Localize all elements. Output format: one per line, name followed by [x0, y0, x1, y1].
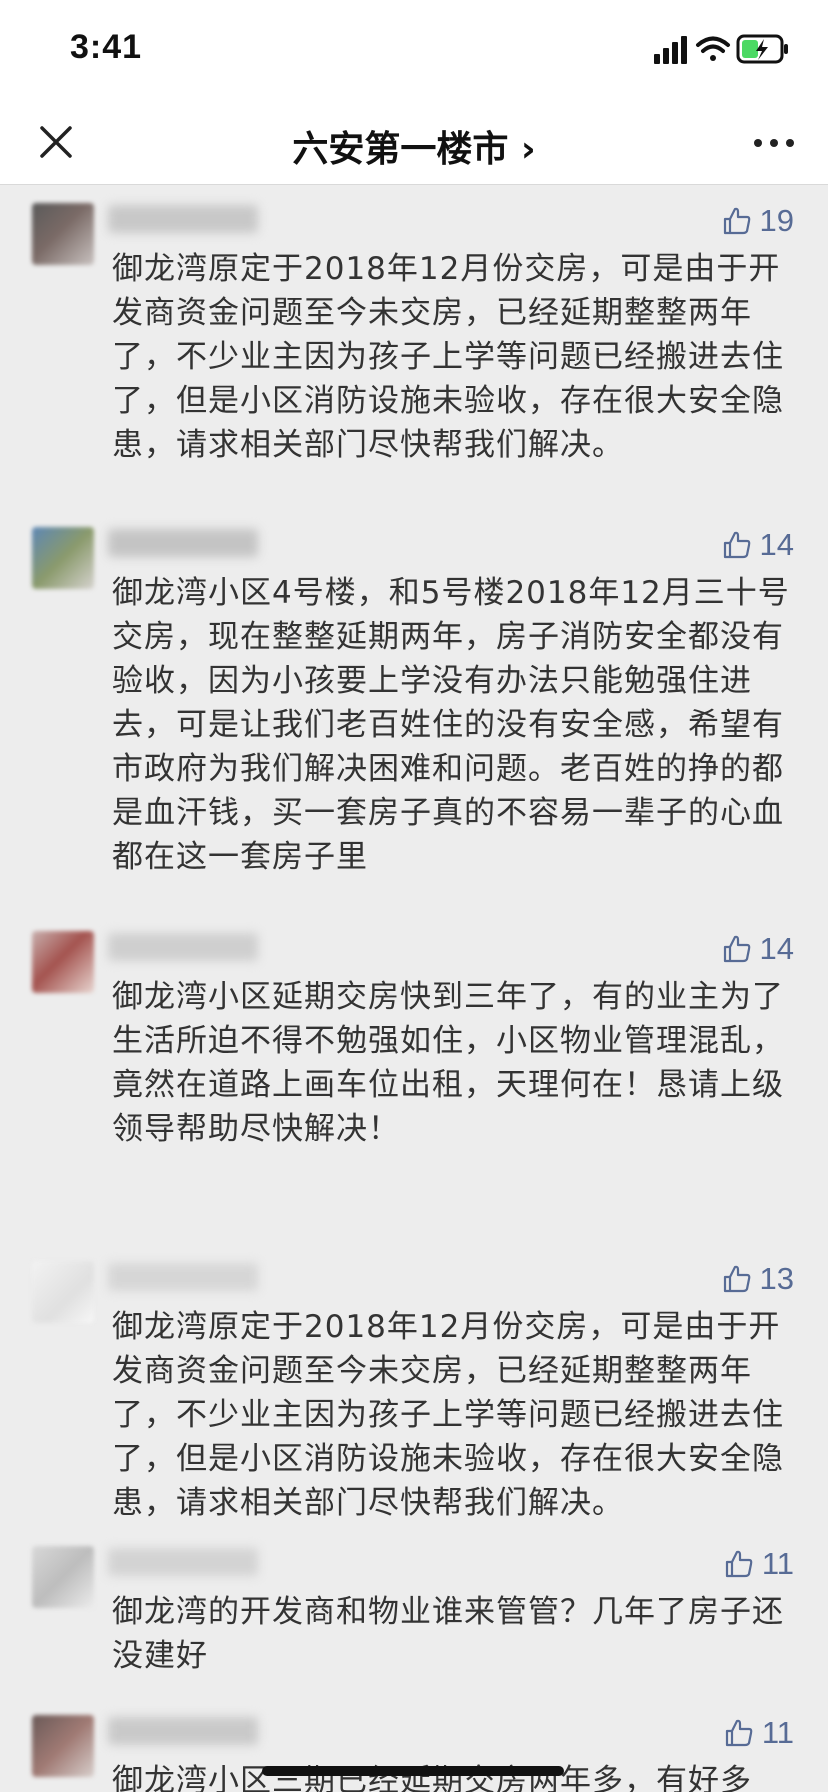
comment-text: 御龙湾小区4号楼，和5号楼2018年12月三十号交房，现在整整延期两年，房子消防… — [112, 575, 790, 875]
thumbs-up-icon — [723, 531, 750, 559]
battery-icon — [736, 34, 788, 64]
home-indicator[interactable] — [262, 1766, 564, 1776]
page-title[interactable]: 六安第一楼市 › — [0, 120, 828, 172]
signal-icon — [654, 36, 687, 64]
comment-item: 14 御龙湾小区延期交房快到三年了，有的业主为了生活所迫不得不勉强如住，小区物业… — [0, 913, 828, 1173]
comment-text: 御龙湾原定于2018年12月份交房，可是由于开发商资金问题至今未交房，已经延期整… — [112, 251, 784, 463]
more-icon[interactable] — [744, 114, 804, 170]
like-count: 19 — [759, 203, 794, 238]
comment-item: 13 御龙湾原定于2018年12月份交房，可是由于开发商资金问题至今未交房，已经… — [0, 1243, 828, 1543]
nickname[interactable] — [108, 529, 258, 557]
like-button[interactable]: 19 — [722, 203, 794, 239]
nickname[interactable] — [108, 205, 258, 233]
thumbs-up-icon — [723, 1265, 750, 1293]
comment-text: 御龙湾原定于2018年12月份交房，可是由于开发商资金问题至今未交房，已经延期整… — [112, 1309, 784, 1521]
like-count: 11 — [761, 1715, 794, 1750]
thumbs-up-icon — [725, 1550, 753, 1578]
thumbs-up-icon — [723, 935, 750, 963]
avatar[interactable] — [32, 203, 94, 265]
thumbs-up-icon — [723, 207, 750, 235]
comment-text: 御龙湾的开发商和物业谁来管管？几年了房子还没建好 — [112, 1594, 784, 1674]
avatar[interactable] — [32, 1261, 94, 1323]
comment-item: 14 御龙湾小区4号楼，和5号楼2018年12月三十号交房，现在整整延期两年，房… — [0, 509, 828, 909]
avatar[interactable] — [32, 931, 94, 993]
like-button[interactable]: 11 — [724, 1715, 794, 1751]
thumbs-up-icon — [725, 1719, 753, 1747]
like-button[interactable]: 14 — [722, 527, 794, 563]
comment-item: 19 御龙湾原定于2018年12月份交房，可是由于开发商资金问题至今未交房，已经… — [0, 185, 828, 505]
nickname[interactable] — [108, 1717, 258, 1745]
nickname[interactable] — [108, 1548, 258, 1576]
status-bar: 3:41 — [0, 0, 828, 100]
comment-list: 19 御龙湾原定于2018年12月份交房，可是由于开发商资金问题至今未交房，已经… — [0, 185, 828, 1792]
like-button[interactable]: 11 — [724, 1546, 794, 1582]
status-icons — [654, 34, 788, 64]
like-count: 14 — [759, 931, 794, 966]
like-count: 13 — [759, 1261, 794, 1296]
comment-text: 御龙湾小区延期交房快到三年了，有的业主为了生活所迫不得不勉强如住，小区物业管理混… — [112, 979, 784, 1147]
like-button[interactable]: 14 — [722, 931, 794, 967]
like-count: 11 — [761, 1546, 794, 1581]
avatar[interactable] — [32, 1715, 94, 1777]
avatar[interactable] — [32, 527, 94, 589]
status-time: 3:41 — [70, 28, 143, 66]
comment-item: 11 御龙湾小区三期已经延期交房两年多，有好多 — [0, 1697, 828, 1792]
nickname[interactable] — [108, 1263, 258, 1291]
nickname[interactable] — [108, 933, 258, 961]
nav-bar: 六安第一楼市 › — [0, 100, 828, 185]
like-button[interactable]: 13 — [722, 1261, 794, 1297]
wifi-icon — [696, 36, 730, 61]
like-count: 14 — [759, 527, 794, 562]
avatar[interactable] — [32, 1546, 94, 1608]
